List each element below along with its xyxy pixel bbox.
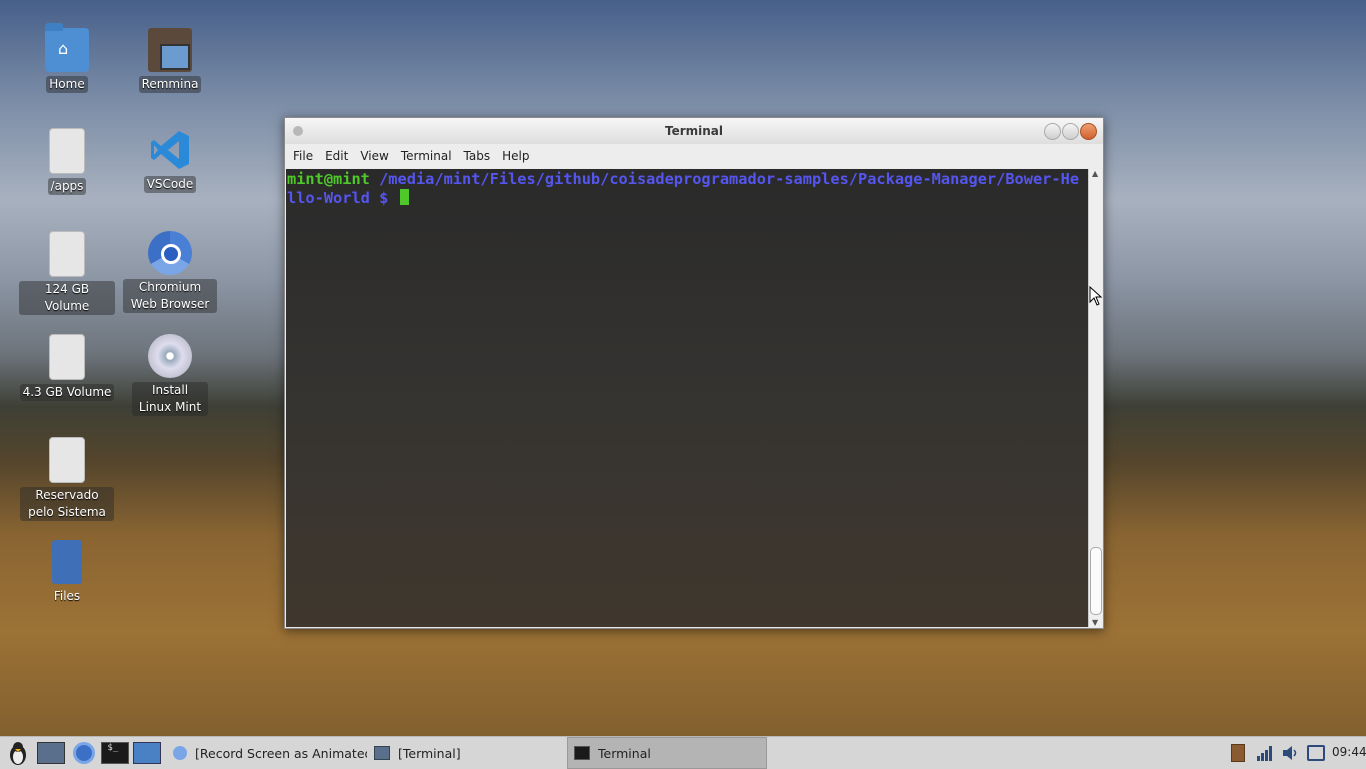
menu-edit[interactable]: Edit [320,149,353,163]
taskbar-task-record-screen[interactable]: [Record Screen as Animated... [167,737,367,769]
home-folder-icon: ⌂ [45,23,89,72]
network-tray[interactable] [1256,743,1274,763]
file-manager-icon [133,742,161,764]
desktop-icon [37,742,65,764]
clipboard-tray[interactable] [1229,743,1247,763]
drive-icon [49,128,85,174]
vscode-icon [148,128,192,172]
taskbar-task-terminal-minimized[interactable]: [Terminal] [368,737,566,769]
desktop-icon-label: Files [53,589,81,603]
scrollbar-thumb[interactable] [1090,547,1102,615]
text-cursor [399,189,409,205]
desktop-icon-files[interactable]: Files [19,540,115,605]
terminal-scrollbar[interactable]: ▲ ▼ [1088,169,1102,627]
minimize-button[interactable] [1044,123,1061,140]
close-button[interactable] [1080,123,1097,140]
menu-file[interactable]: File [288,149,318,163]
scroll-down-arrow-icon[interactable]: ▼ [1092,618,1098,627]
menu-tabs[interactable]: Tabs [459,149,496,163]
task-label: Terminal [598,745,651,761]
clipboard-icon [1231,744,1245,762]
taskbar: $_ [Record Screen as Animated... [Termin… [0,736,1366,769]
window-icon [374,746,390,760]
drive-icon [49,437,85,483]
maximize-button[interactable] [1062,123,1079,140]
desktop-icon-label: 4.3 GB Volume [19,384,115,401]
usb-files-icon [52,540,82,584]
desktop-icon-vscode[interactable]: VSCode [122,128,218,193]
window-titlebar[interactable]: Terminal [285,118,1103,144]
terminal-icon [574,746,590,760]
menu-bar: File Edit View Terminal Tabs Help [285,144,1103,168]
desktop-icon-install-linux-mint[interactable]: Install Linux Mint [122,334,218,416]
mint-menu-icon [10,742,26,765]
terminal-output[interactable]: mint@mint /media/mint/Files/github/coisa… [286,169,1088,627]
menu-view[interactable]: View [355,149,393,163]
remmina-icon [148,28,192,72]
desktop-icon-label: 124 GB Volume [19,281,115,315]
task-label: [Record Screen as Animated... [195,745,367,761]
volume-tray[interactable] [1282,743,1300,763]
desktop-icon-124gb-volume[interactable]: 124 GB Volume [19,231,115,315]
desktop-icon-chromium[interactable]: Chromium Web Browser [122,231,218,313]
chromium-icon [148,231,192,275]
desktop-icon-remmina[interactable]: Remmina [122,28,218,93]
window-title: Terminal [664,124,724,138]
clock[interactable]: 09:44 [1332,745,1366,759]
drive-icon [49,231,85,277]
chromium-icon [173,746,187,760]
task-label: [Terminal] [398,745,461,761]
file-manager-launcher[interactable] [133,741,161,765]
chromium-icon [73,742,95,764]
menu-help[interactable]: Help [497,149,534,163]
desktop-icon-43gb-volume[interactable]: 4.3 GB Volume [19,334,115,401]
menu-terminal[interactable]: Terminal [396,149,457,163]
volume-icon [1283,746,1297,760]
desktop-icon-apps[interactable]: /apps [19,128,115,195]
desktop-icon-label: Install Linux Mint [132,382,208,416]
menu-launcher-button[interactable] [4,741,32,765]
scroll-up-arrow-icon[interactable]: ▲ [1092,169,1098,178]
drive-icon [49,334,85,380]
show-desktop-button[interactable] [37,741,65,765]
mouse-pointer-icon [1089,286,1103,306]
install-disc-icon [148,334,192,378]
terminal-launcher[interactable]: $_ [101,741,129,765]
desktop-icon-label: Reservado pelo Sistema [20,487,114,521]
terminal-window[interactable]: Terminal File Edit View Terminal Tabs He… [284,117,1104,629]
terminal-icon: $_ [101,742,129,764]
network-signal-icon [1257,746,1272,761]
desktop-icon-label: Remmina [138,76,202,93]
prompt-user: mint@mint [287,170,370,188]
chromium-launcher[interactable] [70,741,98,765]
power-tray[interactable] [1307,743,1325,763]
desktop-icon-label: Home [46,76,88,93]
desktop-icon-label: VSCode [143,176,197,193]
desktop-icon-label: Chromium Web Browser [123,279,217,313]
power-manager-icon [1307,745,1325,761]
desktop-icon-home[interactable]: ⌂ Home [19,23,115,93]
taskbar-task-terminal[interactable]: Terminal [567,737,767,769]
desktop-icon-reservado[interactable]: Reservado pelo Sistema [19,437,115,521]
desktop-icon-label: /apps [47,178,87,195]
